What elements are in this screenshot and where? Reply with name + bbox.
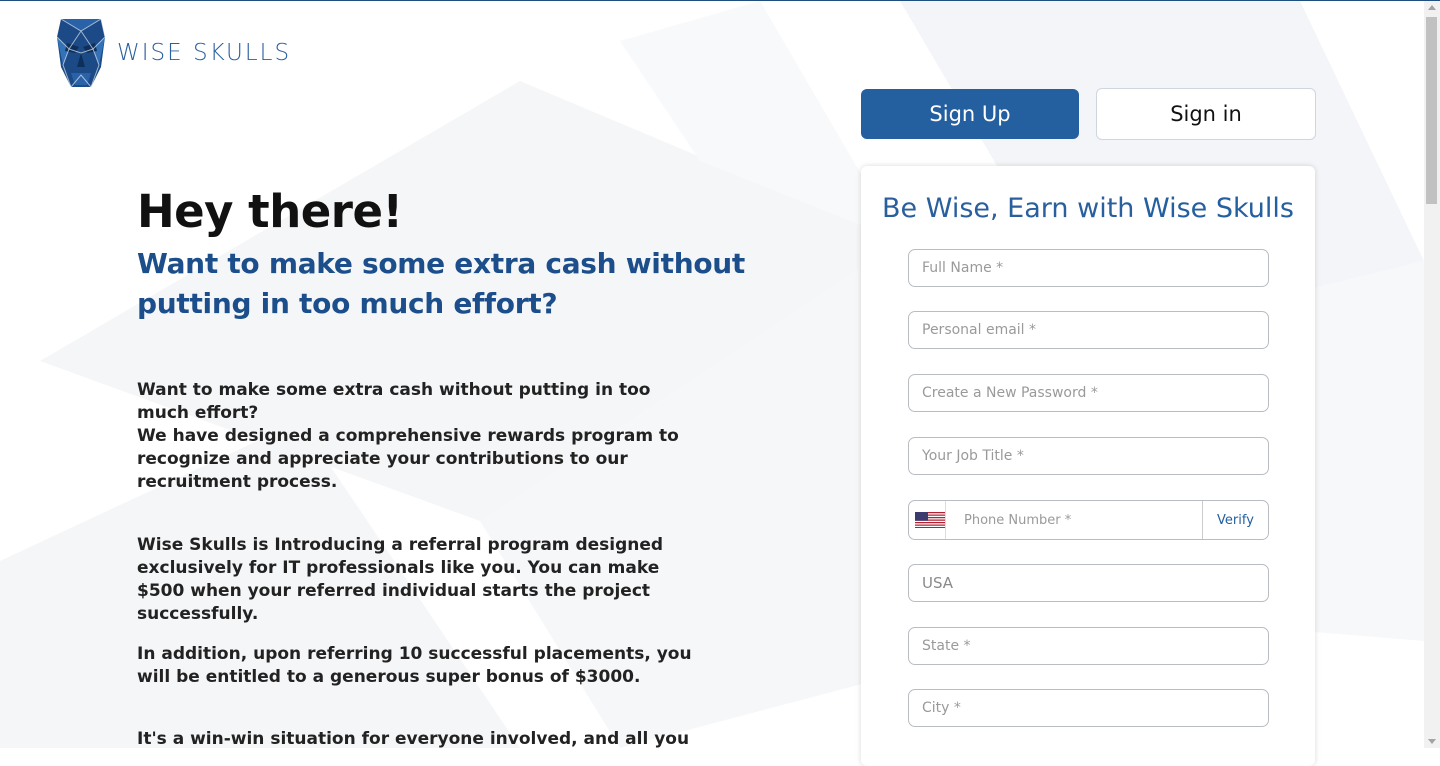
phone-field: Verify	[908, 500, 1269, 540]
form-title-prefix: Be Wise, Earn with	[882, 193, 1143, 224]
verify-phone-button[interactable]: Verify	[1202, 501, 1268, 539]
hero-title: Hey there!	[137, 185, 403, 238]
scroll-up-arrow-icon[interactable]	[1428, 5, 1436, 10]
full-name-input[interactable]	[909, 250, 1268, 286]
email-field	[908, 311, 1269, 349]
city-input[interactable]	[909, 690, 1268, 726]
email-input[interactable]	[909, 312, 1268, 348]
winwin-paragraph: It's a win-win situation for everyone in…	[137, 729, 690, 749]
us-flag-icon	[915, 512, 945, 528]
phone-input[interactable]	[946, 501, 1202, 539]
job-title-field	[908, 437, 1269, 475]
brand-logo[interactable]: WISE SKULLS	[55, 15, 291, 91]
form-title-brand: Wise Skulls	[1142, 193, 1294, 224]
state-field	[908, 627, 1269, 665]
state-input[interactable]	[909, 628, 1268, 664]
page-scrollbar[interactable]	[1424, 1, 1440, 748]
scroll-down-arrow-icon[interactable]	[1428, 739, 1436, 744]
brand-name: WISE SKULLS	[117, 40, 292, 66]
intro-paragraph: Want to make some extra cash without put…	[137, 380, 679, 492]
referral-paragraph: Wise Skulls is Introducing a referral pr…	[137, 535, 664, 624]
country-input[interactable]	[909, 565, 1268, 601]
scroll-thumb[interactable]	[1426, 17, 1437, 204]
intro-section: Hey there! Want to make some extra cash …	[137, 184, 757, 749]
sign-in-button[interactable]: Sign in	[1096, 88, 1316, 140]
country-field	[908, 564, 1269, 602]
sign-up-button[interactable]: Sign Up	[861, 89, 1079, 139]
skull-logo-icon	[56, 18, 106, 88]
job-title-input[interactable]	[909, 438, 1268, 474]
password-field	[908, 374, 1269, 412]
signup-form-card: Be Wise, Earn with Wise Skulls Verify	[861, 166, 1315, 766]
bonus-paragraph: In addition, upon referring 10 successfu…	[137, 644, 692, 687]
city-field	[908, 689, 1269, 727]
auth-tabs: Sign Up Sign in	[861, 88, 1316, 140]
form-title: Be Wise, Earn with Wise Skulls	[861, 193, 1315, 224]
country-code-selector[interactable]	[909, 501, 946, 539]
full-name-field	[908, 249, 1269, 287]
hero-subtitle: Want to make some extra cash without put…	[137, 247, 745, 320]
password-input[interactable]	[909, 375, 1268, 411]
